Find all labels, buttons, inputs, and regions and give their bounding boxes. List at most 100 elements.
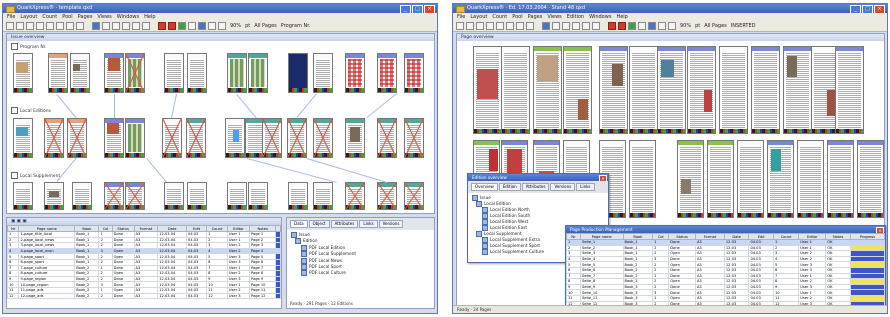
toolbar-button[interactable] bbox=[648, 22, 656, 30]
toolbar-button[interactable] bbox=[486, 22, 494, 30]
toolbar-button[interactable] bbox=[506, 22, 514, 30]
page-thumbnail[interactable] bbox=[288, 182, 308, 210]
page-thumbnail[interactable] bbox=[657, 46, 686, 134]
page-thumbnail[interactable] bbox=[287, 118, 307, 158]
right-title-bar[interactable]: QuarkXpress® · Ed. 17.03.2004 · Stand 48… bbox=[453, 4, 887, 13]
minimize-button[interactable]: _ bbox=[850, 5, 861, 13]
page-thumbnail[interactable] bbox=[563, 46, 592, 134]
menu-layout[interactable]: Layout bbox=[470, 13, 487, 21]
table-row[interactable]: 12 12-page_ads Book_2 2 Done A3 12.03.04 04.03 1… bbox=[7, 292, 281, 300]
toolbar-button[interactable] bbox=[56, 22, 64, 30]
tab-links[interactable]: Links bbox=[576, 183, 595, 191]
tab-attributes[interactable]: Attributes bbox=[521, 183, 550, 191]
menu-layout[interactable]: Layout bbox=[20, 13, 37, 21]
page-thumbnail[interactable] bbox=[227, 182, 247, 210]
toolbar-button[interactable] bbox=[658, 22, 666, 30]
toolbar-button[interactable] bbox=[552, 22, 560, 30]
tab-object[interactable]: Object bbox=[308, 220, 330, 228]
page-thumbnail[interactable] bbox=[313, 118, 333, 158]
page-thumbnail[interactable] bbox=[501, 46, 530, 134]
toolbar-button[interactable] bbox=[46, 22, 54, 30]
menu-pool[interactable]: Pool bbox=[62, 13, 72, 21]
page-thumbnail[interactable] bbox=[313, 182, 333, 210]
page-thumbnail[interactable] bbox=[797, 140, 824, 218]
toolbar-button[interactable] bbox=[36, 22, 44, 30]
page-thumbnail[interactable] bbox=[67, 118, 87, 158]
page-thumbnail[interactable] bbox=[186, 118, 206, 158]
toolbar-button[interactable] bbox=[562, 22, 570, 30]
page-thumbnail[interactable] bbox=[225, 118, 245, 158]
page-thumbnail[interactable] bbox=[404, 182, 424, 210]
tab-attributes[interactable]: Attributes bbox=[330, 220, 359, 228]
page-thumbnail[interactable] bbox=[125, 53, 145, 93]
page-thumbnail[interactable] bbox=[13, 53, 33, 93]
menu-file[interactable]: File bbox=[7, 13, 15, 21]
toolbar-button[interactable] bbox=[26, 22, 34, 30]
page-thumbnail[interactable] bbox=[248, 182, 268, 210]
page-thumbnail[interactable] bbox=[187, 53, 207, 93]
close-button[interactable]: × bbox=[424, 5, 435, 13]
page-thumbnail[interactable] bbox=[187, 182, 207, 210]
page-thumbnail[interactable] bbox=[162, 118, 182, 158]
page-thumbnail[interactable] bbox=[835, 46, 864, 134]
page-thumbnail[interactable] bbox=[533, 46, 562, 134]
toolbar-button[interactable] bbox=[6, 22, 14, 30]
toolbar-button[interactable] bbox=[76, 22, 84, 30]
toolbar-button[interactable] bbox=[158, 22, 166, 30]
page-thumbnail[interactable] bbox=[70, 53, 90, 93]
toolbar-button[interactable] bbox=[618, 22, 626, 30]
page-thumbnail[interactable] bbox=[44, 182, 64, 210]
page-thumbnail[interactable] bbox=[377, 182, 397, 210]
page-thumbnail[interactable] bbox=[857, 140, 884, 218]
page-thumbnail[interactable] bbox=[345, 118, 365, 158]
tab-data[interactable]: Data bbox=[290, 220, 308, 228]
page-thumbnail[interactable] bbox=[629, 46, 658, 134]
toolbar-button[interactable] bbox=[102, 22, 110, 30]
tab-links[interactable]: Links bbox=[359, 220, 378, 228]
page-thumbnail[interactable] bbox=[125, 118, 145, 158]
toolbar-button[interactable] bbox=[628, 22, 636, 30]
page-filter[interactable]: All Pages bbox=[704, 23, 727, 29]
page-filter[interactable]: All Pages bbox=[254, 23, 277, 29]
page-thumbnail[interactable] bbox=[737, 140, 764, 218]
page-thumbnail[interactable] bbox=[404, 53, 424, 93]
toolbar-button[interactable] bbox=[456, 22, 464, 30]
menu-count[interactable]: Count bbox=[492, 13, 507, 21]
menu-pages[interactable]: Pages bbox=[78, 13, 93, 21]
toolbar-button[interactable] bbox=[476, 22, 484, 30]
page-thumbnail[interactable] bbox=[125, 182, 145, 210]
menu-file[interactable]: File bbox=[457, 13, 465, 21]
menu-count[interactable]: Count bbox=[42, 13, 57, 21]
menu-views[interactable]: Views bbox=[97, 13, 111, 21]
page-thumbnail[interactable] bbox=[767, 140, 794, 218]
page-thumbnail[interactable] bbox=[13, 118, 33, 158]
zoom-level[interactable]: 90% bbox=[230, 23, 241, 29]
page-thumbnail[interactable] bbox=[104, 182, 124, 210]
maximize-button[interactable]: □ bbox=[862, 5, 873, 13]
toolbar-button[interactable] bbox=[592, 22, 600, 30]
toolbar-button[interactable] bbox=[66, 22, 74, 30]
page-thumbnail[interactable] bbox=[599, 46, 628, 134]
close-icon[interactable]: × bbox=[876, 227, 884, 233]
page-thumbnail[interactable] bbox=[48, 53, 68, 93]
toolbar-button[interactable] bbox=[572, 22, 580, 30]
section-label-local-editions[interactable]: Local Editions bbox=[11, 107, 51, 114]
menu-pages[interactable]: Pages bbox=[528, 13, 543, 21]
page-thumbnail[interactable] bbox=[473, 46, 502, 134]
toolbar-button[interactable] bbox=[608, 22, 616, 30]
toolbar-button[interactable] bbox=[188, 22, 196, 30]
toolbar-button[interactable] bbox=[638, 22, 646, 30]
program-filter[interactable]: Program Nr. bbox=[281, 23, 311, 29]
toolbar-button[interactable] bbox=[112, 22, 120, 30]
page-thumbnail[interactable] bbox=[248, 53, 268, 93]
edition-overview-titlebar[interactable]: Edition overview × bbox=[468, 174, 608, 181]
toolbar-button[interactable] bbox=[668, 22, 676, 30]
toolbar-button[interactable] bbox=[208, 22, 216, 30]
page-production-titlebar[interactable]: Page Production Management × bbox=[566, 226, 885, 233]
page-thumbnail[interactable] bbox=[687, 46, 716, 134]
page-thumbnail[interactable] bbox=[44, 118, 64, 158]
toolbar-button[interactable] bbox=[582, 22, 590, 30]
page-thumbnail[interactable] bbox=[227, 53, 247, 93]
toolbar-button[interactable] bbox=[466, 22, 474, 30]
page-thumbnail[interactable] bbox=[164, 182, 184, 210]
